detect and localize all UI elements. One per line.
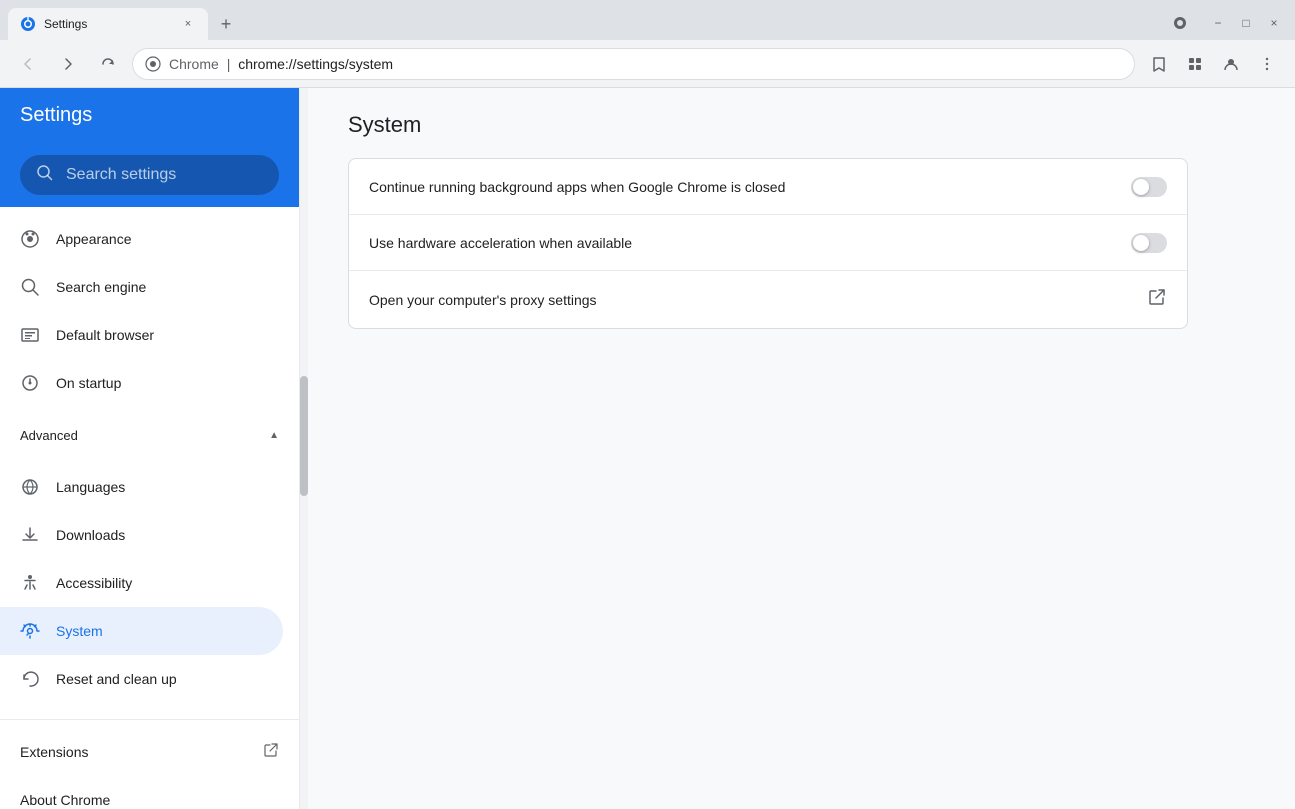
tab-strip: Settings × + <box>0 8 1167 40</box>
search-box[interactable] <box>20 155 279 195</box>
sidebar-item-reset[interactable]: Reset and clean up <box>0 655 283 703</box>
system-label: System <box>56 623 103 639</box>
languages-label: Languages <box>56 479 125 495</box>
search-engine-icon <box>20 277 40 297</box>
window-controls: − □ × <box>1197 10 1295 36</box>
downloads-icon <box>20 525 40 545</box>
sidebar: Settings <box>0 88 300 809</box>
advanced-section-title[interactable]: Advanced ▲ <box>20 415 279 455</box>
sidebar-item-downloads[interactable]: Downloads <box>0 511 283 559</box>
chrome-menu-button[interactable] <box>1167 10 1193 36</box>
tab-favicon <box>20 16 36 32</box>
search-engine-label: Search engine <box>56 279 146 295</box>
url-separator: | <box>227 56 231 72</box>
sidebar-title: Settings <box>20 104 92 127</box>
settings-card: Continue running background apps when Go… <box>348 158 1188 329</box>
extensions-label: Extensions <box>20 744 247 760</box>
toggle-thumb-1 <box>1133 179 1149 195</box>
title-bar: Settings × + − □ × <box>0 0 1295 40</box>
sidebar-footer: Extensions About Chrome <box>0 719 299 809</box>
setting-row-hardware-acceleration: Use hardware acceleration when available <box>349 215 1187 271</box>
url-full-path: chrome://settings/system <box>238 56 393 72</box>
active-tab[interactable]: Settings × <box>8 8 208 40</box>
sidebar-item-appearance[interactable]: Appearance <box>0 215 283 263</box>
forward-button[interactable] <box>52 48 84 80</box>
more-button[interactable] <box>1251 48 1283 80</box>
close-button[interactable]: × <box>1261 10 1287 36</box>
reset-icon <box>20 669 40 689</box>
languages-icon <box>20 477 40 497</box>
setting-row-background-apps: Continue running background apps when Go… <box>349 159 1187 215</box>
system-icon <box>20 621 40 641</box>
sidebar-item-search-engine[interactable]: Search engine <box>0 263 283 311</box>
sidebar-item-languages[interactable]: Languages <box>0 463 283 511</box>
toggle-thumb-2 <box>1133 235 1149 251</box>
extensions-button[interactable] <box>1179 48 1211 80</box>
default-browser-icon <box>20 325 40 345</box>
hardware-acceleration-toggle-container <box>1131 233 1167 253</box>
page-content: System Continue running background apps … <box>308 88 1295 809</box>
advanced-section: Advanced ▲ <box>0 407 299 463</box>
minimize-button[interactable]: − <box>1205 10 1231 36</box>
scrollbar-thumb[interactable] <box>300 376 308 496</box>
bookmark-button[interactable] <box>1143 48 1175 80</box>
url-chrome-part: Chrome <box>169 56 219 72</box>
url-display: Chrome | chrome://settings/system <box>169 56 1122 72</box>
search-input[interactable] <box>66 166 273 184</box>
proxy-settings-action <box>1147 287 1167 312</box>
appearance-icon <box>20 229 40 249</box>
search-icon <box>36 164 54 187</box>
accessibility-icon <box>20 573 40 593</box>
tab-close-button[interactable]: × <box>180 16 196 32</box>
maximize-button[interactable]: □ <box>1233 10 1259 36</box>
sidebar-nav: Appearance Search engine <box>0 207 299 711</box>
sidebar-item-about-chrome[interactable]: About Chrome <box>0 776 299 809</box>
hardware-acceleration-toggle[interactable] <box>1131 233 1167 253</box>
proxy-external-link-icon[interactable] <box>1147 287 1167 312</box>
extensions-external-icon <box>263 742 279 763</box>
hardware-acceleration-label: Use hardware acceleration when available <box>369 235 1131 251</box>
reload-button[interactable] <box>92 48 124 80</box>
sidebar-item-system[interactable]: System <box>0 607 283 655</box>
back-button[interactable] <box>12 48 44 80</box>
profile-button[interactable] <box>1215 48 1247 80</box>
accessibility-label: Accessibility <box>56 575 132 591</box>
tab-title: Settings <box>44 17 172 31</box>
appearance-label: Appearance <box>56 231 132 247</box>
setting-row-proxy: Open your computer's proxy settings <box>349 271 1187 328</box>
omnibox[interactable]: Chrome | chrome://settings/system <box>132 48 1135 80</box>
proxy-settings-label: Open your computer's proxy settings <box>369 292 1147 308</box>
sidebar-item-default-browser[interactable]: Default browser <box>0 311 283 359</box>
reset-label: Reset and clean up <box>56 671 177 687</box>
on-startup-icon <box>20 373 40 393</box>
new-tab-button[interactable]: + <box>212 10 240 38</box>
downloads-label: Downloads <box>56 527 125 543</box>
site-security-icon <box>145 56 161 72</box>
page-title: System <box>348 112 1255 138</box>
background-apps-label: Continue running background apps when Go… <box>369 179 1131 195</box>
about-chrome-label: About Chrome <box>20 792 279 808</box>
background-apps-toggle[interactable] <box>1131 177 1167 197</box>
main-content: Settings <box>0 88 1295 809</box>
on-startup-label: On startup <box>56 375 121 391</box>
sidebar-item-on-startup[interactable]: On startup <box>0 359 283 407</box>
sidebar-scrollbar[interactable] <box>300 88 308 809</box>
search-container <box>0 143 299 207</box>
default-browser-label: Default browser <box>56 327 154 343</box>
advanced-label: Advanced <box>20 428 78 443</box>
sidebar-item-extensions[interactable]: Extensions <box>0 728 299 776</box>
browser-frame: Settings × + − □ × Chrome <box>0 0 1295 809</box>
advanced-chevron-icon: ▲ <box>269 430 279 441</box>
sidebar-item-accessibility[interactable]: Accessibility <box>0 559 283 607</box>
toolbar-actions <box>1143 48 1283 80</box>
address-bar: Chrome | chrome://settings/system <box>0 40 1295 88</box>
background-apps-toggle-container <box>1131 177 1167 197</box>
sidebar-header: Settings <box>0 88 299 143</box>
